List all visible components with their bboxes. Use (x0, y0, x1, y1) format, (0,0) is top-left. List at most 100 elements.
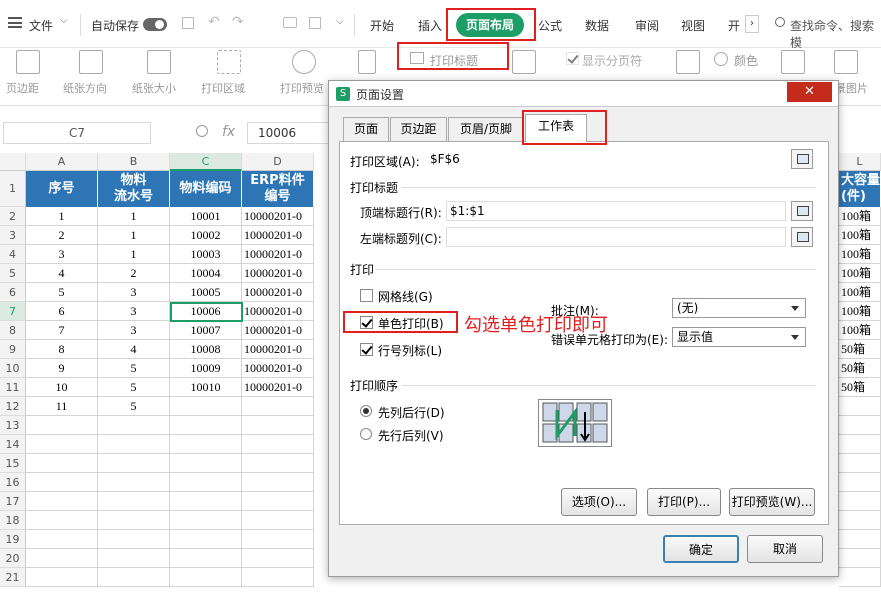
name-box[interactable]: C7 (3, 122, 151, 144)
table-cell[interactable]: 10000201-0 (242, 378, 314, 397)
table-cell[interactable] (242, 549, 314, 568)
table-cell[interactable] (839, 530, 881, 549)
table-cell[interactable] (242, 473, 314, 492)
table-cell[interactable]: 3 (98, 283, 170, 302)
ribbon-margins[interactable]: 页边距 (6, 80, 39, 96)
zoom-icon[interactable] (196, 125, 208, 137)
table-cell[interactable] (98, 473, 170, 492)
table-cell[interactable] (839, 492, 881, 511)
row-header[interactable]: 21 (0, 568, 26, 587)
table-cell[interactable] (170, 473, 242, 492)
close-icon[interactable]: ✕ (787, 82, 832, 102)
row-header[interactable]: 2 (0, 207, 26, 226)
ribbon-color[interactable]: 颜色 (734, 52, 758, 69)
menu-icon[interactable] (8, 17, 22, 28)
table-cell[interactable]: 1 (98, 207, 170, 226)
margins-icon[interactable] (16, 50, 40, 74)
table-cell[interactable] (242, 435, 314, 454)
tab-view[interactable]: 视图 (681, 17, 705, 34)
table-cell[interactable]: 10005 (170, 283, 242, 302)
undo-icon[interactable]: ↶ (208, 14, 220, 30)
table-cell[interactable] (98, 492, 170, 511)
mono-print-checkbox[interactable] (360, 316, 373, 329)
col-header-b[interactable]: B (98, 153, 170, 171)
table-cell[interactable] (98, 435, 170, 454)
table-cell[interactable] (242, 416, 314, 435)
row-header[interactable]: 8 (0, 321, 26, 340)
table-cell[interactable] (26, 549, 98, 568)
table-cell[interactable] (839, 416, 881, 435)
table-cell[interactable] (26, 435, 98, 454)
table-cell[interactable]: 100箱 (839, 207, 881, 226)
gridlines-checkbox[interactable] (360, 289, 373, 302)
autosave-toggle[interactable] (143, 18, 167, 31)
table-cell[interactable]: 10008 (170, 340, 242, 359)
table-cell[interactable] (839, 435, 881, 454)
table-cell[interactable] (170, 492, 242, 511)
col-header-a[interactable]: A (26, 153, 98, 171)
table-cell[interactable]: 50箱 (839, 359, 881, 378)
cancel-button[interactable]: 取消 (747, 535, 823, 563)
table-cell[interactable]: 10004 (170, 264, 242, 283)
print-area-input[interactable]: $F$6 (426, 149, 786, 169)
row-header[interactable]: 5 (0, 264, 26, 283)
table-cell[interactable]: 2 (26, 226, 98, 245)
print-button[interactable]: 打印(P)... (647, 488, 721, 516)
page-icon[interactable] (358, 50, 376, 74)
table-cell[interactable]: 5 (98, 359, 170, 378)
row-header[interactable]: 3 (0, 226, 26, 245)
table-cell[interactable] (170, 549, 242, 568)
table-cell[interactable] (170, 397, 242, 416)
table-cell[interactable] (242, 530, 314, 549)
fx-label[interactable]: fx (222, 124, 235, 140)
table-cell[interactable] (26, 454, 98, 473)
table-cell[interactable] (26, 416, 98, 435)
rowcol-headers-label[interactable]: 行号列标(L) (378, 342, 442, 359)
table-cell[interactable]: 10000201-0 (242, 264, 314, 283)
table-cell[interactable]: 10000201-0 (242, 245, 314, 264)
col-header-c[interactable]: C (170, 153, 242, 171)
table-cell[interactable]: 8 (26, 340, 98, 359)
table-cell[interactable] (26, 511, 98, 530)
ribbon-orientation[interactable]: 纸张方向 (63, 80, 107, 96)
row-header[interactable]: 13 (0, 416, 26, 435)
col-header-l[interactable]: L (839, 153, 881, 171)
table-cell[interactable]: 3 (98, 321, 170, 340)
row-header[interactable]: 9 (0, 340, 26, 359)
errors-select[interactable]: 显示值 (672, 327, 806, 347)
row-header[interactable]: 18 (0, 511, 26, 530)
table-cell[interactable] (98, 549, 170, 568)
left-cols-input[interactable] (446, 227, 786, 247)
table-cell[interactable] (170, 568, 242, 587)
chevron-right-icon[interactable]: › (745, 15, 759, 33)
tab-margins[interactable]: 页边距 (390, 117, 447, 141)
row-header[interactable]: 7 (0, 302, 26, 321)
table-cell[interactable]: 9 (26, 359, 98, 378)
search-input[interactable]: 查找命令、搜索模 (790, 17, 881, 51)
table-cell[interactable] (242, 511, 314, 530)
table-cell[interactable] (242, 492, 314, 511)
table-cell[interactable] (26, 473, 98, 492)
table-cell[interactable] (170, 511, 242, 530)
palette-icon[interactable] (714, 52, 728, 66)
table-cell[interactable]: 1 (26, 207, 98, 226)
table-cell[interactable]: 100箱 (839, 321, 881, 340)
tab-formula[interactable]: 公式 (538, 17, 562, 34)
mono-print-label[interactable]: 单色打印(B) (378, 315, 444, 332)
table-cell[interactable]: 10000201-0 (242, 321, 314, 340)
table-cell[interactable]: 10000201-0 (242, 283, 314, 302)
table-cell[interactable]: 10007 (170, 321, 242, 340)
show-breaks-checkbox[interactable] (566, 52, 579, 65)
table-cell[interactable]: 6 (26, 302, 98, 321)
ribbon-print-title[interactable]: 打印标题 (430, 52, 478, 69)
table-cell[interactable] (839, 454, 881, 473)
table-cell[interactable]: 4 (98, 340, 170, 359)
row-header[interactable]: 11 (0, 378, 26, 397)
table-cell[interactable] (98, 568, 170, 587)
search-icon[interactable] (775, 17, 785, 27)
top-rows-ref-button[interactable] (791, 201, 813, 221)
tab-header-footer[interactable]: 页眉/页脚 (448, 117, 524, 141)
table-cell[interactable] (98, 454, 170, 473)
tab-page[interactable]: 页面 (343, 117, 389, 141)
tab-insert[interactable]: 插入 (418, 17, 442, 34)
